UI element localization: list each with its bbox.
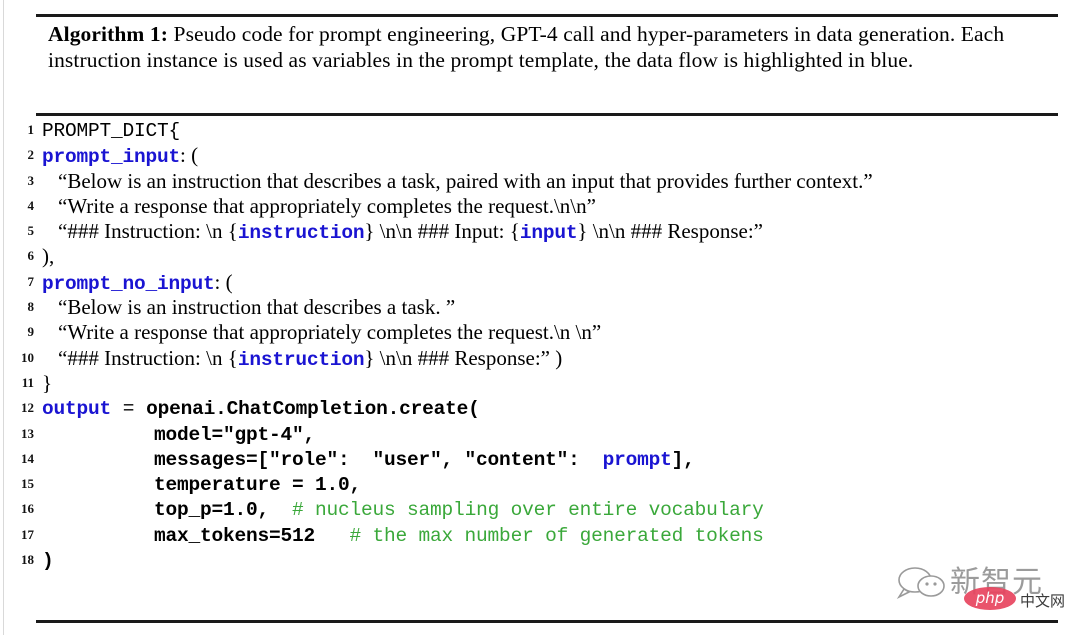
code-line: 7 prompt_no_input: ( <box>0 270 1080 295</box>
code-line-content: messages=["role": "user", "content": pro… <box>154 447 695 473</box>
code-line: 2 prompt_input: ( <box>0 143 1080 168</box>
code-token: messages=["role": "user", "content": <box>154 448 603 471</box>
code-line-number: 16 <box>21 501 34 517</box>
code-token: } \n\n ### Response:” <box>577 219 764 244</box>
code-line: 14 messages=["role": "user", "content": p… <box>0 447 1080 472</box>
code-token: = <box>111 398 147 421</box>
code-line: 3 “Below is an instruction that describes… <box>0 169 1080 194</box>
code-token: “Write a response that appropriately com… <box>58 193 596 218</box>
code-line-content: output = openai.ChatCompletion.create( <box>42 396 480 422</box>
code-line-content: “Write a response that appropriately com… <box>58 194 596 220</box>
code-token: ), <box>42 244 55 269</box>
code-token: } <box>42 370 53 395</box>
code-line: 6), <box>0 244 1080 269</box>
code-token: } \n\n ### Response:” ) <box>364 345 563 370</box>
code-line-content: ), <box>42 244 54 270</box>
code-token: “### Instruction: \n { <box>58 219 238 244</box>
code-token: ) <box>42 550 54 573</box>
code-token: : ( <box>180 143 199 168</box>
code-line: 5 “### Instruction: \n {instruction} \n\n… <box>0 219 1080 244</box>
code-token: max_tokens=512 <box>154 524 316 547</box>
code-line: 1 PROMPT_DICT{ <box>0 118 1080 143</box>
code-token: : ( <box>214 269 233 294</box>
watermark-site-label: 中文网 <box>1020 592 1066 610</box>
code-line-number: 10 <box>21 349 34 365</box>
code-line-content: ) <box>42 548 54 574</box>
code-line-number: 7 <box>27 273 35 289</box>
pseudocode-listing: 1 PROMPT_DICT{2 prompt_input: (3 “Below is … <box>0 118 1080 573</box>
code-line-content: temperature = 1.0, <box>154 472 361 498</box>
code-line-number: 2 <box>27 147 35 163</box>
caption-text: Pseudo code for prompt engineering, GPT-… <box>48 22 1005 72</box>
code-line: 16 top_p=1.0, # nucleus sampling over ent… <box>0 497 1080 522</box>
code-line-content: prompt_input: ( <box>42 143 198 170</box>
code-token: top_p=1.0, <box>154 499 270 522</box>
code-line-number: 15 <box>21 476 34 492</box>
code-line-content: max_tokens=512 # the max number of gener… <box>154 523 764 549</box>
code-token-variable: input <box>519 222 578 245</box>
code-line-content: } <box>42 371 52 397</box>
code-line: 13 model="gpt-4", <box>0 422 1080 447</box>
code-line-number: 8 <box>27 299 35 315</box>
code-line-content: “Below is an instruction that describes … <box>58 295 455 321</box>
code-token-variable: prompt_input <box>42 146 181 169</box>
caption-top-rule <box>36 14 1058 17</box>
code-token-variable: instruction <box>237 348 365 371</box>
code-line-number: 14 <box>21 450 34 466</box>
code-line: 4 “Write a response that appropriately co… <box>0 194 1080 219</box>
code-token: “Below is an instruction that describes … <box>58 295 456 320</box>
code-line: 11} <box>0 371 1080 396</box>
code-token-variable: prompt_no_input <box>42 272 215 295</box>
code-line-number: 9 <box>27 324 35 340</box>
code-line: 10 “### Instruction: \n {instruction} \n\… <box>0 346 1080 371</box>
code-line-number: 17 <box>21 526 34 542</box>
code-line-number: 6 <box>27 248 35 264</box>
code-line: 18) <box>0 548 1080 573</box>
code-token: “Write a response that appropriately com… <box>58 320 602 345</box>
code-line: 12 output = openai.ChatCompletion.create( <box>0 396 1080 421</box>
code-line-content: PROMPT_DICT{ <box>42 118 180 144</box>
code-line-content: “Below is an instruction that describes … <box>58 169 873 195</box>
code-line-content: prompt_no_input: ( <box>42 270 233 297</box>
code-line: 15 temperature = 1.0, <box>0 472 1080 497</box>
code-line-content: “### Instruction: \n {instruction} \n\n … <box>58 219 763 246</box>
code-line-number: 1 <box>27 122 35 137</box>
code-line-number: 5 <box>27 223 35 239</box>
code-line-content: “### Instruction: \n {instruction} \n\n … <box>58 346 562 373</box>
code-token-variable: instruction <box>237 222 365 245</box>
code-token-variable: prompt <box>602 448 672 471</box>
code-token: temperature = 1.0, <box>154 474 362 497</box>
code-token: } \n\n ### Input: { <box>364 219 520 244</box>
code-line: 9 “Write a response that appropriately co… <box>0 320 1080 345</box>
code-token: openai.ChatCompletion.create( <box>146 398 480 421</box>
code-line-number: 18 <box>21 552 34 568</box>
code-line: 17 max_tokens=512 # the max number of gen… <box>0 523 1080 548</box>
watermark-php-badge: php <box>964 587 1016 610</box>
code-line-content: “Write a response that appropriately com… <box>58 320 601 346</box>
code-line-number: 12 <box>21 400 34 416</box>
caption-bottom-rule <box>36 113 1058 116</box>
code-token-variable: output <box>42 398 112 421</box>
code-line-number: 4 <box>27 197 35 213</box>
code-token-comment: # the max number of generated tokens <box>315 524 764 547</box>
code-line: 8 “Below is an instruction that describes… <box>0 295 1080 320</box>
listing-bottom-rule <box>36 620 1058 623</box>
code-line-number: 3 <box>27 172 35 188</box>
code-token-comment: # nucleus sampling over entire vocabular… <box>269 499 764 522</box>
code-token: “Below is an instruction that describes … <box>58 168 873 193</box>
code-line-content: model="gpt-4", <box>154 422 315 448</box>
algorithm-caption: Algorithm 1: Pseudo code for prompt engi… <box>48 22 1033 73</box>
algorithm-figure-page: Algorithm 1: Pseudo code for prompt engi… <box>0 0 1080 635</box>
code-line-number: 11 <box>21 374 34 390</box>
code-token: model="gpt-4", <box>154 423 316 446</box>
code-token: PROMPT_DICT{ <box>42 120 181 142</box>
algorithm-label: Algorithm 1: <box>48 22 169 46</box>
code-line-content: top_p=1.0, # nucleus sampling over entir… <box>154 497 764 523</box>
code-token: “### Instruction: \n { <box>58 345 238 370</box>
code-line-number: 13 <box>21 425 34 441</box>
code-token: ], <box>671 448 695 471</box>
